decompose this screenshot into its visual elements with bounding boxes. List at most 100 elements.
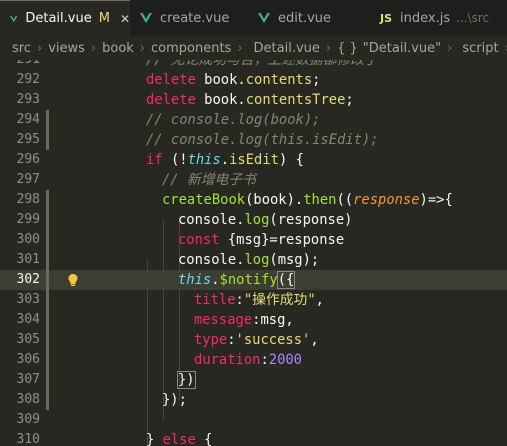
line-number: 293	[16, 92, 40, 107]
code-text: // 无论成功与否，上述数据都修改了	[146, 60, 378, 68]
tab-label: index.js	[400, 10, 451, 26]
git-modified-marker	[46, 250, 49, 270]
vue-icon	[10, 15, 18, 22]
code-line: 301 console.log(msg);	[0, 250, 507, 270]
git-modified-marker	[46, 210, 49, 230]
chevron-right-icon: ›	[36, 40, 43, 56]
code-editor[interactable]: 291 // 无论成功与否，上述数据都修改了 292 delete book.c…	[0, 60, 507, 446]
code-text: delete book.contents;	[146, 72, 321, 88]
line-number: 294	[16, 112, 40, 127]
line-number: 301	[16, 252, 40, 267]
code-line: 296 if (!this.isEdit) {	[0, 150, 507, 170]
lightbulb-icon[interactable]	[66, 270, 80, 290]
code-line: 295 // console.log(this.isEdit);	[0, 130, 507, 150]
line-number: 303	[16, 292, 40, 307]
code-text: if (!this.isEdit) {	[146, 152, 304, 168]
line-number: 292	[16, 72, 40, 87]
breadcrumb-item-component[interactable]: "Detail.vue"	[363, 41, 441, 56]
line-number: 291	[0, 60, 40, 70]
breadcrumb-item-src[interactable]: src	[12, 41, 31, 56]
code-line: 293 delete book.contentsTree;	[0, 90, 507, 110]
code-line-current: 302 this.$notify({	[0, 270, 507, 290]
chevron-right-icon: ›	[139, 40, 145, 56]
code-text: this.$notify({	[178, 271, 296, 289]
editor-tab-bar: Detail.vue M ✕ create.vue edit.vue JS in…	[0, 0, 507, 36]
vue-icon	[140, 13, 152, 23]
modified-badge: M	[98, 11, 110, 26]
git-modified-marker	[46, 230, 49, 250]
braces-icon: { }	[337, 40, 358, 56]
line-number: 304	[16, 312, 40, 327]
line-number: 296	[16, 152, 40, 167]
git-modified-marker	[46, 350, 49, 370]
line-number: 297	[16, 172, 40, 187]
line-number: 305	[16, 332, 40, 347]
code-text: });	[162, 392, 187, 408]
line-number: 299	[16, 212, 40, 227]
code-text: })	[177, 371, 196, 389]
breadcrumb-item-components[interactable]: components	[151, 41, 231, 56]
code-text: // 新增电子书	[162, 172, 256, 188]
line-number: 298	[16, 192, 40, 207]
breadcrumb-item-script[interactable]: script	[462, 41, 498, 56]
chevron-right-icon: ›	[447, 40, 453, 56]
code-text: duration:2000	[194, 352, 302, 368]
line-number: 310	[16, 432, 40, 446]
close-icon[interactable]: ✕	[120, 12, 130, 26]
code-line: 299 console.log(response)	[0, 210, 507, 230]
line-number: 309	[16, 412, 40, 427]
chevron-right-icon: ›	[325, 40, 332, 56]
code-text: console.log(response)	[178, 212, 353, 228]
code-line: 298 createBook(book).then((response)=>{	[0, 190, 507, 210]
line-number: 308	[16, 392, 40, 407]
breadcrumb: src › views › book › components › Detail…	[0, 36, 507, 60]
code-text: // console.log(this.isEdit);	[146, 132, 379, 148]
git-modified-marker	[46, 310, 49, 330]
git-modified-marker	[46, 330, 49, 350]
js-icon: JS	[380, 11, 393, 25]
git-modified-marker	[46, 130, 49, 150]
line-number: 307	[16, 372, 40, 387]
code-line: 303 title:"操作成功",	[0, 290, 507, 310]
vue-icon	[258, 13, 270, 23]
code-text: createBook(book).then((response)=>{	[162, 192, 453, 208]
git-modified-marker	[46, 370, 49, 390]
breadcrumb-item-views[interactable]: views	[48, 41, 85, 56]
tab-label: Detail.vue	[25, 11, 92, 26]
git-modified-marker	[46, 290, 49, 310]
code-text: message:msg,	[194, 312, 294, 328]
code-line: 304 message:msg,	[0, 310, 507, 330]
breadcrumb-item-file[interactable]: Detail.vue	[254, 41, 320, 56]
tab-create-vue[interactable]: create.vue	[130, 0, 248, 36]
code-line: 291 // 无论成功与否，上述数据都修改了	[0, 60, 507, 70]
git-modified-marker	[46, 110, 49, 130]
line-number: 306	[16, 352, 40, 367]
code-text: } else {	[146, 432, 213, 446]
breadcrumb-item-book[interactable]: book	[102, 41, 134, 56]
code-line: 308 });	[0, 390, 507, 410]
line-number: 295	[16, 132, 40, 147]
chevron-right-icon: ›	[237, 40, 243, 56]
tab-detail-vue[interactable]: Detail.vue M ✕	[0, 0, 130, 36]
line-number: 300	[16, 232, 40, 247]
tab-index-js[interactable]: JS index.js ...\src	[366, 0, 507, 36]
git-modified-marker	[46, 270, 49, 290]
tab-path: ...\src	[456, 11, 490, 25]
tab-label: create.vue	[160, 10, 230, 26]
git-modified-marker	[46, 390, 49, 410]
code-text: const {msg}=response	[178, 232, 345, 248]
code-line: 297 // 新增电子书	[0, 170, 507, 190]
code-text: title:"操作成功",	[194, 292, 324, 308]
tab-edit-vue[interactable]: edit.vue	[248, 0, 366, 36]
code-text: // console.log(book);	[146, 112, 321, 128]
code-line: 305 type:'success',	[0, 330, 507, 350]
code-text: type:'success',	[194, 332, 319, 348]
code-line: 307 })	[0, 370, 507, 390]
code-line: 310 } else {	[0, 430, 507, 446]
code-text: console.log(msg);	[178, 252, 320, 268]
code-line: 300 const {msg}=response	[0, 230, 507, 250]
tab-label: edit.vue	[278, 10, 332, 26]
code-line: 309	[0, 410, 507, 430]
code-line: 306 duration:2000	[0, 350, 507, 370]
git-modified-marker	[46, 190, 49, 210]
